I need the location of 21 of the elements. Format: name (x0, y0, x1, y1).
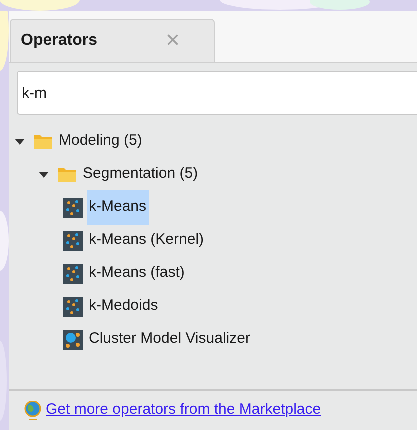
scatter-icon (63, 230, 83, 250)
globe-icon (24, 400, 42, 420)
folder-icon (57, 166, 77, 183)
marketplace-link[interactable]: Get more operators from the Marketplace (46, 399, 322, 422)
folder-icon (33, 133, 53, 150)
scatter-icon (63, 198, 83, 218)
search-field[interactable]: k-m (17, 71, 417, 115)
cluster-icon (63, 330, 83, 350)
tab[interactable]: Operators × (10, 19, 215, 62)
scatter-icon (63, 264, 83, 284)
folder-label[interactable]: Segmentation (5) (81, 157, 200, 192)
operator-label[interactable]: k-Medoids (87, 289, 160, 324)
expanded-arrow-icon[interactable] (15, 136, 25, 146)
tab-label: Operators (21, 31, 98, 51)
operator-label[interactable]: k-Means (Kernel) (87, 223, 206, 258)
operator-label[interactable]: k-Means (87, 190, 149, 225)
scatter-icon (63, 296, 83, 316)
expanded-arrow-icon[interactable] (39, 170, 49, 180)
operator-label[interactable]: Cluster Model Visualizer (87, 322, 252, 357)
operator-label[interactable]: k-Means (fast) (87, 256, 187, 291)
folder-label[interactable]: Modeling (5) (57, 124, 144, 159)
